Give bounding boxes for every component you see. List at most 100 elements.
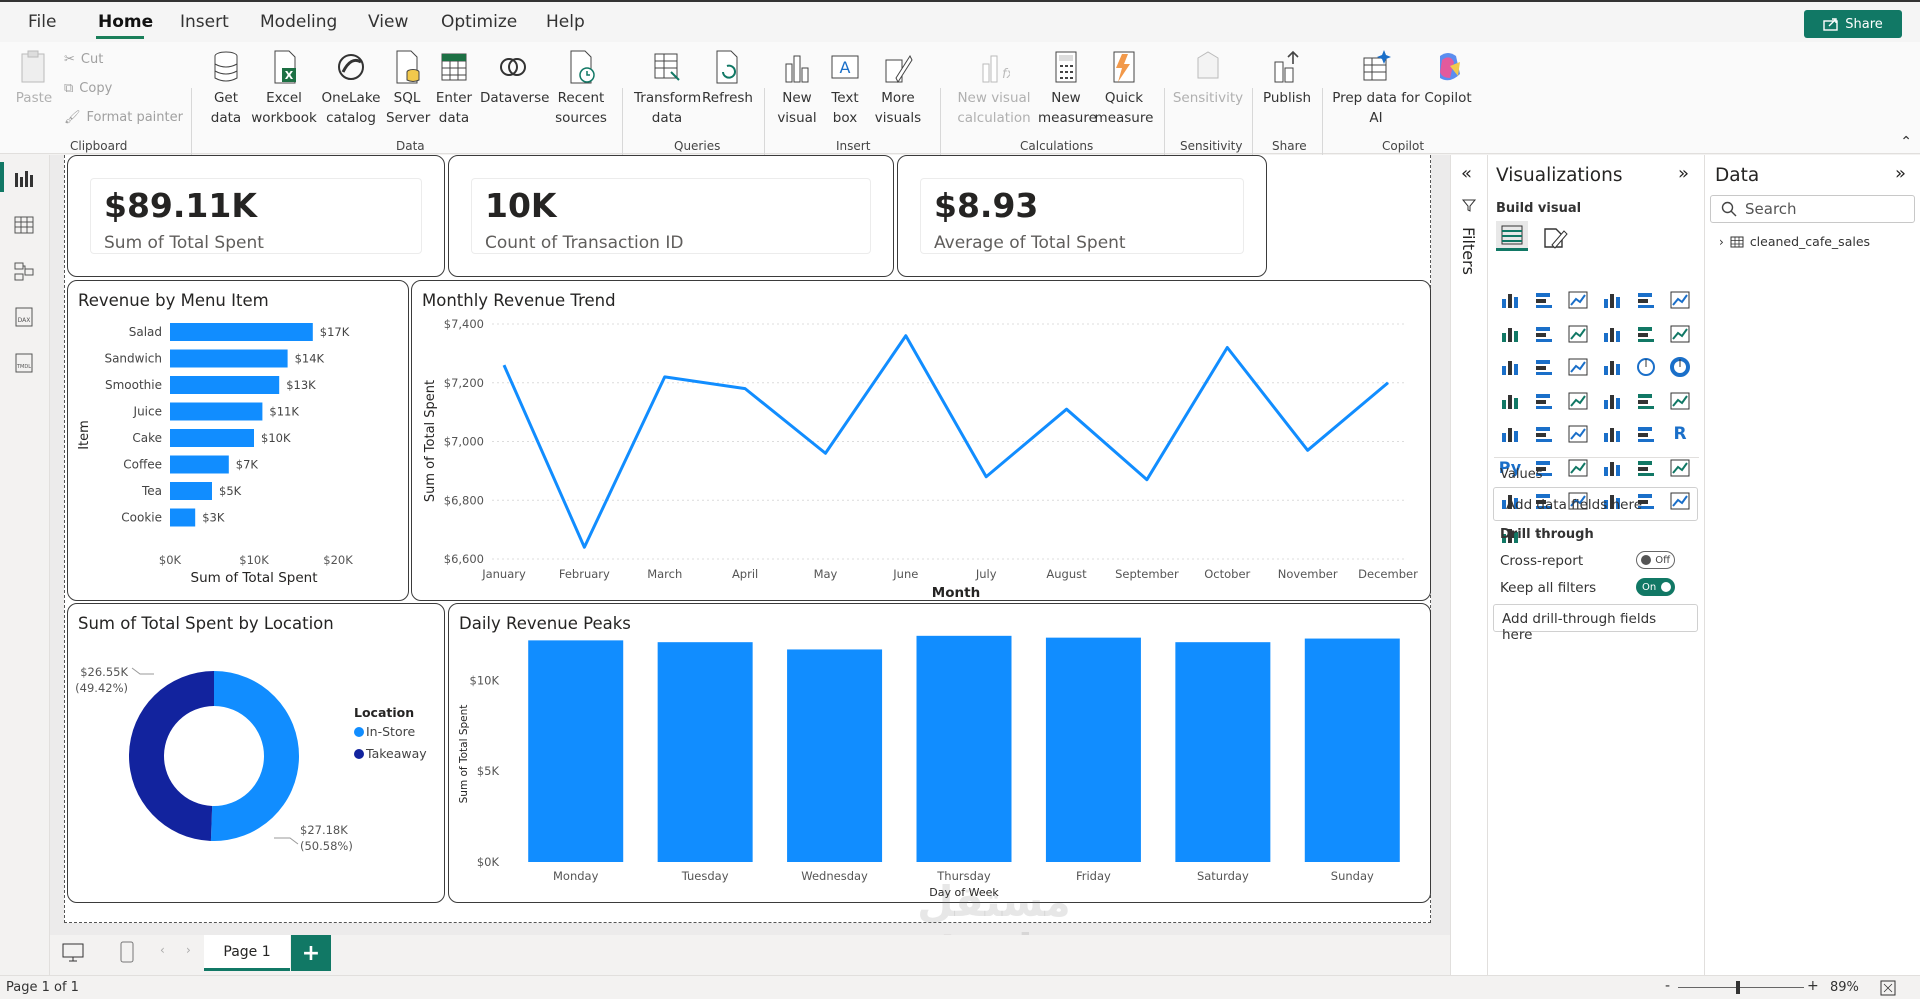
stacked-area-visual-icon[interactable] [1566, 323, 1590, 345]
pie-visual-icon[interactable] [1634, 356, 1658, 378]
prep-data-ai-button[interactable]: Prep data for AI [1332, 48, 1420, 128]
cut-button[interactable]: ✂ Cut [64, 52, 103, 67]
shape-map-visual-icon[interactable] [1600, 390, 1624, 412]
menu-insert[interactable]: Insert [180, 12, 229, 32]
menu-view[interactable]: View [368, 12, 408, 32]
waterfall-visual-icon[interactable] [1532, 356, 1556, 378]
add-drill-through-dropzone[interactable]: Add drill-through fields here [1493, 604, 1698, 643]
copilot-button[interactable]: Copilot [1420, 48, 1476, 108]
add-data-fields-dropzone[interactable]: Add data fields here [1493, 487, 1698, 521]
publish-button[interactable]: Publish [1260, 48, 1314, 108]
line-column-visual-icon[interactable] [1634, 323, 1658, 345]
zoom-slider-track[interactable] [1678, 987, 1804, 988]
collapse-ribbon-icon[interactable]: ⌃ [1900, 134, 1912, 150]
filled-map-visual-icon[interactable] [1566, 390, 1590, 412]
stacked-bar-visual-icon[interactable] [1498, 289, 1522, 311]
collapse-data-icon[interactable]: » [1895, 163, 1906, 184]
menu-home[interactable]: Home [98, 12, 153, 32]
build-visual-tab[interactable] [1496, 221, 1528, 251]
menu-help[interactable]: Help [546, 12, 585, 32]
slicer-visual-icon[interactable] [1566, 423, 1590, 445]
copy-button[interactable]: ⧉ Copy [64, 81, 112, 96]
zoom-out-icon[interactable]: - [1665, 978, 1670, 994]
dataverse-button[interactable]: Dataverse [480, 48, 549, 108]
clustered-column-visual-icon[interactable] [1600, 289, 1624, 311]
table-visual-icon[interactable] [1600, 423, 1624, 445]
chart-daily-revenue-peaks[interactable]: Daily Revenue Peaks $10K $5K $0K Monday Tues… [448, 603, 1431, 903]
report-view-icon[interactable] [13, 169, 35, 189]
sensitivity-button[interactable]: Sensitivity [1170, 48, 1246, 108]
kpi-card-average-spent[interactable]: $8.93 Average of Total Spent [897, 155, 1267, 277]
onelake-catalog-button[interactable]: OneLake catalog [318, 48, 384, 128]
share-button[interactable]: Share [1804, 10, 1902, 38]
filters-label[interactable]: Filters [1459, 227, 1478, 275]
data-table-item[interactable]: › cleaned_cafe_sales [1719, 234, 1870, 249]
paste-button[interactable]: Paste [12, 48, 56, 108]
area-visual-icon[interactable] [1532, 323, 1556, 345]
sql-server-button[interactable]: SQL Server [386, 48, 430, 128]
model-view-icon[interactable] [13, 261, 35, 281]
ribbon-visual-icon[interactable] [1498, 356, 1522, 378]
smart-narrative-visual-icon[interactable] [1634, 457, 1658, 479]
treemap-visual-icon[interactable] [1498, 390, 1522, 412]
paginated-visual-icon[interactable] [1668, 457, 1692, 479]
chart-revenue-by-menu-item[interactable]: Revenue by Menu Item Salad $17K Sandwich $1… [67, 280, 409, 601]
menu-modeling[interactable]: Modeling [260, 12, 337, 32]
area-100-visual-icon[interactable] [1600, 323, 1624, 345]
donut-visual-icon[interactable] [1668, 356, 1692, 378]
map-visual-icon[interactable] [1532, 390, 1556, 412]
filters-pane[interactable]: « Filters [1450, 155, 1488, 975]
more-visuals-button[interactable]: More visuals [870, 48, 926, 128]
menu-optimize[interactable]: Optimize [441, 12, 517, 32]
keep-all-filters-toggle[interactable]: On [1636, 578, 1675, 596]
get-data-button[interactable]: Get data [199, 48, 253, 128]
chart-monthly-revenue-trend[interactable]: Monthly Revenue Trend $7,400 $7,200 $7,000… [411, 280, 1431, 601]
format-visual-icon[interactable] [1542, 225, 1568, 251]
zoom-slider-thumb[interactable] [1735, 981, 1740, 994]
clustered-bar-visual-icon[interactable] [1566, 289, 1590, 311]
text-box-button[interactable]: A Text box [824, 48, 866, 128]
line-visual-icon[interactable] [1498, 323, 1522, 345]
refresh-button[interactable]: Refresh [702, 48, 753, 108]
kpi-visual-icon[interactable] [1532, 423, 1556, 445]
enter-data-button[interactable]: Enter data [432, 48, 476, 128]
azure-map-visual-icon[interactable] [1634, 390, 1658, 412]
dax-query-view-icon[interactable]: DAX [13, 307, 35, 327]
fit-to-page-icon[interactable] [1880, 980, 1896, 996]
recent-sources-button[interactable]: Recent sources [550, 48, 612, 128]
collapse-visualizations-icon[interactable]: » [1678, 163, 1689, 184]
quick-measure-button[interactable]: Quick measure [1094, 48, 1154, 128]
page-tab-page-1[interactable]: Page 1 [204, 935, 290, 971]
gauge-visual-icon[interactable] [1668, 390, 1692, 412]
mobile-layout-icon[interactable] [120, 941, 134, 963]
new-measure-button[interactable]: New measure [1038, 48, 1097, 128]
tmdl-view-icon[interactable]: TMDL [13, 353, 35, 373]
menu-file[interactable]: File [28, 12, 56, 32]
add-page-button[interactable]: + [291, 935, 331, 971]
stacked-column-100-visual-icon[interactable] [1668, 289, 1692, 311]
prev-page-icon[interactable]: ‹ [160, 943, 165, 957]
qa-visual-icon[interactable] [1600, 457, 1624, 479]
table-view-icon[interactable] [13, 215, 35, 235]
expand-filters-icon[interactable]: « [1461, 163, 1472, 184]
stacked-column-visual-icon[interactable] [1532, 289, 1556, 311]
kpi-card-total-spent[interactable]: $89.11K Sum of Total Spent [67, 155, 445, 277]
desktop-layout-icon[interactable] [62, 943, 84, 963]
r-script-visual-icon[interactable]: R [1668, 423, 1692, 445]
kpi-card-transaction-count[interactable]: 10K Count of Transaction ID [448, 155, 894, 277]
scatter-visual-icon[interactable] [1600, 356, 1624, 378]
transform-data-button[interactable]: Transform data [634, 48, 701, 128]
data-search-box[interactable]: Search [1710, 195, 1915, 223]
new-visual-button[interactable]: New visual [774, 48, 820, 128]
decomposition-tree-visual-icon[interactable] [1566, 457, 1590, 479]
stacked-bar-100-visual-icon[interactable] [1634, 289, 1658, 311]
zoom-in-icon[interactable]: + [1807, 978, 1819, 994]
chart-spent-by-location[interactable]: Sum of Total Spent by Location $26.55K (4… [67, 603, 445, 903]
format-painter-button[interactable]: 🖌 Format painter [64, 110, 183, 125]
next-page-icon[interactable]: › [186, 943, 191, 957]
card-visual-icon[interactable] [1498, 423, 1522, 445]
new-visual-calculation-button[interactable]: fx New visual calculation [946, 48, 1042, 128]
line-clustered-column-visual-icon[interactable] [1668, 323, 1692, 345]
funnel-visual-icon[interactable] [1566, 356, 1590, 378]
cross-report-toggle[interactable]: Off [1636, 551, 1675, 569]
